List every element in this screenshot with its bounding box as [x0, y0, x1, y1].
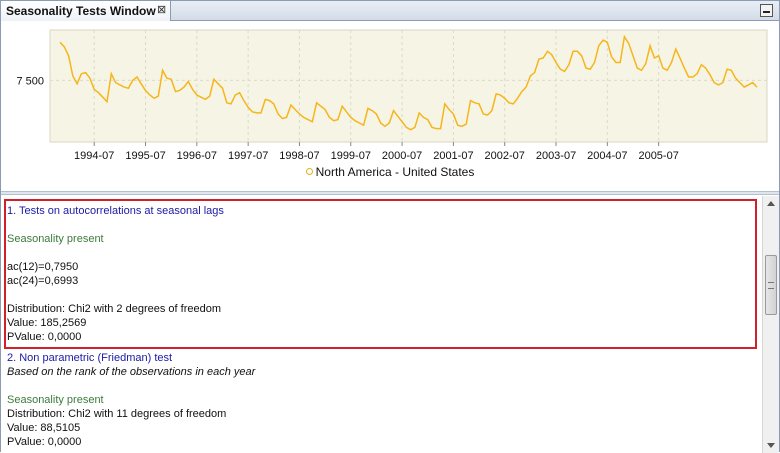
- legend-marker-icon: [305, 168, 313, 176]
- window-tab[interactable]: Seasonality Tests Window ⊠: [1, 1, 171, 21]
- results-panel: 1. Tests on autocorrelations at seasonal…: [1, 196, 779, 453]
- test2-title: 2. Non parametric (Friedman) test: [7, 352, 173, 364]
- test1-value: Value: 185,2569: [7, 317, 87, 329]
- x-tick-label: 2005-07: [638, 150, 678, 162]
- test1-verdict: Seasonality present: [7, 233, 104, 245]
- results-content: 1. Tests on autocorrelations at seasonal…: [1, 196, 760, 453]
- x-tick-label: 1994-07: [74, 150, 114, 162]
- x-tick-label: 1996-07: [177, 150, 217, 162]
- scroll-down-icon[interactable]: [767, 443, 775, 448]
- x-tick-label: 2003-07: [536, 150, 576, 162]
- seasonality-tests-window: Seasonality Tests Window ⊠ 7 500 1994-07 1…: [0, 0, 780, 453]
- plot-area: [49, 29, 768, 143]
- test2-verdict: Seasonality present: [7, 394, 104, 406]
- x-tick-label: 1998-07: [279, 150, 319, 162]
- test1-highlight-box: [4, 199, 757, 349]
- x-tick-label: 1997-07: [228, 150, 268, 162]
- test1-distribution: Distribution: Chi2 with 2 degrees of fre…: [7, 303, 221, 315]
- close-icon[interactable]: ⊠: [157, 3, 166, 16]
- window-title: Seasonality Tests Window: [6, 4, 156, 18]
- test2-distribution: Distribution: Chi2 with 11 degrees of fr…: [7, 408, 227, 420]
- window-titlebar: Seasonality Tests Window ⊠: [1, 1, 779, 21]
- scroll-up-icon[interactable]: [767, 201, 775, 206]
- test1-ac12: ac(12)=0,7950: [7, 261, 79, 273]
- minimize-button[interactable]: [760, 4, 773, 17]
- x-tick-label: 2002-07: [485, 150, 525, 162]
- test1-title: 1. Tests on autocorrelations at seasonal…: [7, 205, 224, 217]
- seasonality-line-chart: 7 500 1994-07 1995-07 1996-07 1997-07 1998-07…: [16, 29, 768, 162]
- chart-legend: North America - United States: [1, 165, 779, 179]
- chart-panel: 7 500 1994-07 1995-07 1996-07 1997-07 1998-07…: [1, 22, 779, 191]
- x-tick-label: 2001-07: [433, 150, 473, 162]
- x-tick-label: 1995-07: [125, 150, 165, 162]
- x-tick-label: 2004-07: [587, 150, 627, 162]
- legend-series-label: North America - United States: [315, 165, 475, 179]
- test1-pvalue: PValue: 0,0000: [7, 331, 82, 343]
- y-tick-label: 7 500: [16, 75, 44, 87]
- test1-ac24: ac(24)=0,6993: [7, 275, 79, 287]
- test2-value: Value: 88,5105: [7, 422, 81, 434]
- test2-pvalue: PValue: 0,0000: [7, 436, 82, 448]
- x-tick-label: 2000-07: [382, 150, 422, 162]
- panel-splitter[interactable]: [1, 191, 779, 195]
- results-scrollbar[interactable]: [762, 196, 779, 453]
- x-tick-label: 1999-07: [331, 150, 371, 162]
- test2-subtitle: Based on the rank of the observations in…: [7, 366, 256, 378]
- scroll-thumb[interactable]: [765, 255, 777, 315]
